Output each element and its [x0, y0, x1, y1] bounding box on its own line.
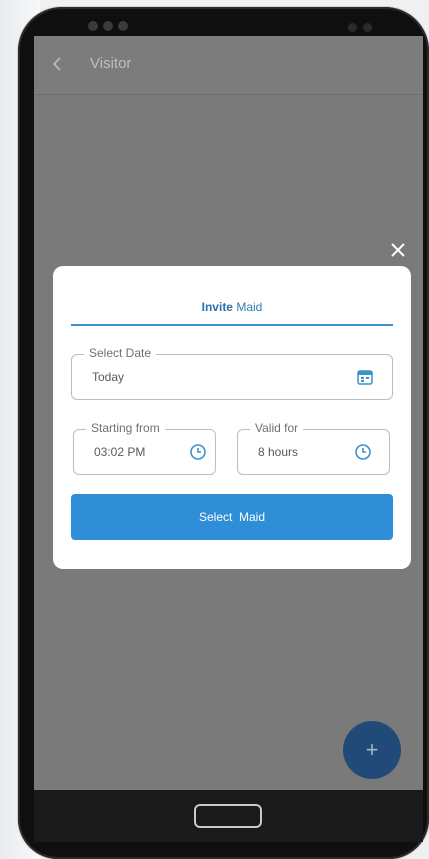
select-date-label: Select Date — [84, 346, 157, 360]
select-maid-button[interactable]: Select Maid — [71, 494, 393, 540]
camera-dots — [88, 21, 128, 31]
clock-icon[interactable] — [189, 443, 207, 461]
home-button[interactable] — [194, 804, 262, 828]
starting-from-value: 03:02 PM — [94, 445, 146, 459]
close-icon[interactable] — [386, 238, 410, 262]
title-underline — [71, 324, 393, 326]
valid-for-label: Valid for — [250, 421, 304, 435]
app-bar: Visitor — [34, 36, 423, 95]
dialog-title-rest: Maid — [236, 300, 263, 314]
plus-icon: + — [365, 737, 379, 762]
app-screen: Visitor Invite Maid Select Date Today St… — [34, 36, 423, 790]
select-date-field[interactable]: Select Date Today — [71, 346, 393, 400]
sensor-dots — [348, 23, 372, 32]
invite-dialog: Invite Maid Select Date Today Starting f… — [53, 266, 411, 569]
select-button-text: Select — [198, 510, 233, 524]
dialog-title: Invite Maid — [53, 300, 411, 314]
bottom-nav-bar — [34, 790, 423, 842]
calendar-icon[interactable] — [356, 368, 374, 386]
starting-from-label: Starting from — [86, 421, 165, 435]
starting-from-field[interactable]: Starting from 03:02 PM — [73, 421, 216, 475]
clock-icon[interactable] — [354, 443, 372, 461]
select-button-suffix: Maid — [239, 510, 266, 524]
back-icon[interactable] — [48, 54, 68, 74]
valid-for-value: 8 hours — [258, 445, 299, 459]
dialog-title-bold: Invite — [201, 300, 233, 314]
page-title: Visitor — [90, 55, 132, 72]
select-date-value: Today — [92, 370, 125, 384]
valid-for-field[interactable]: Valid for 8 hours — [237, 421, 390, 475]
add-fab-button[interactable]: + — [343, 721, 401, 779]
